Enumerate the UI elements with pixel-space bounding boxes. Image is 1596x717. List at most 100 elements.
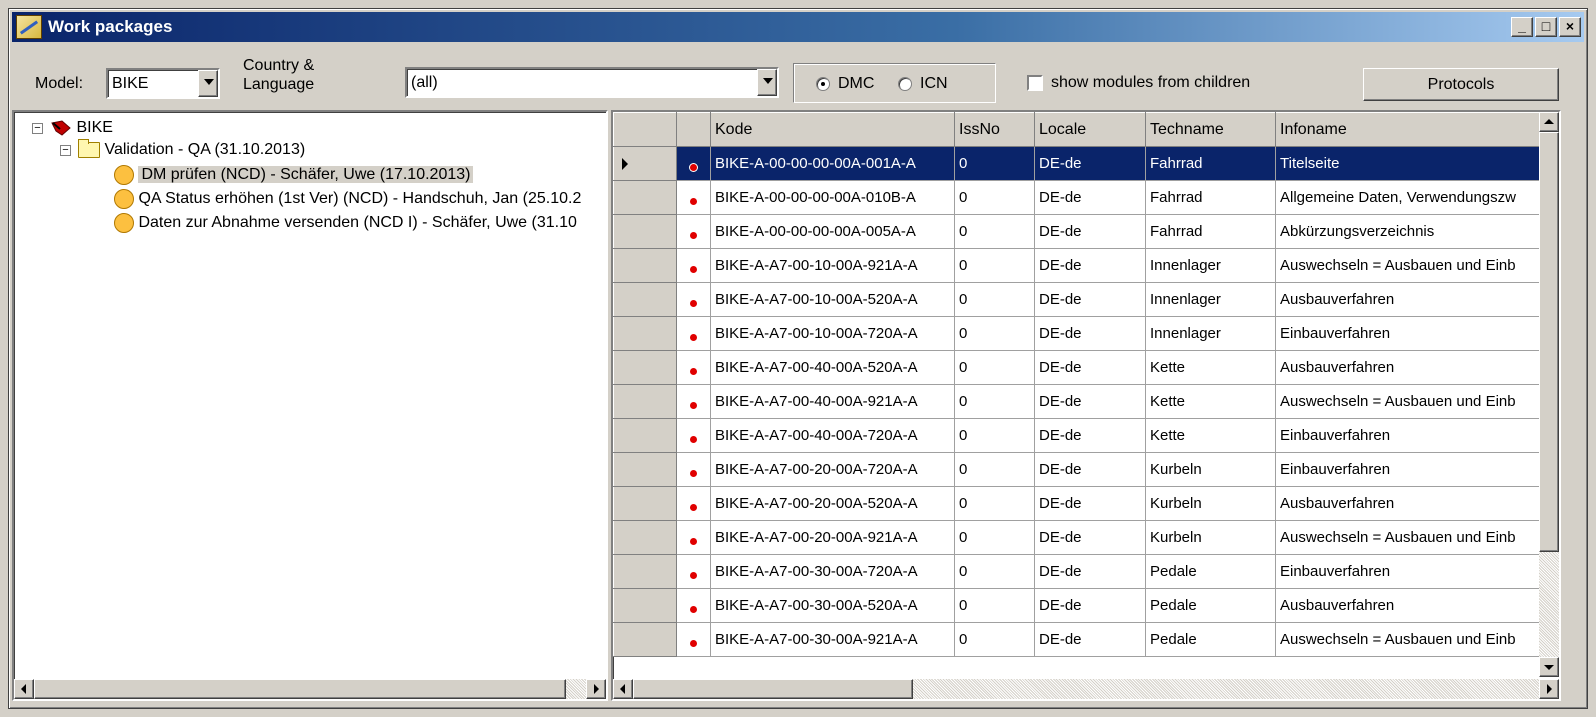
tree-scroll-thumb[interactable] — [34, 679, 566, 699]
cell-infoname[interactable]: Einbauverfahren — [1275, 452, 1546, 487]
cell-kode[interactable]: BIKE-A-A7-00-40-00A-720A-A — [710, 418, 955, 453]
cell-locale[interactable]: DE-de — [1034, 452, 1146, 487]
cell-issno[interactable]: 0 — [954, 146, 1035, 181]
cell-locale[interactable]: DE-de — [1034, 350, 1146, 385]
show-children-checkbox[interactable]: show modules from children — [1027, 74, 1250, 92]
cell-kode[interactable]: BIKE-A-A7-00-30-00A-921A-A — [710, 622, 955, 657]
table-row[interactable]: BIKE-A-A7-00-30-00A-921A-A 0 DE-de Pedale Au… — [613, 622, 1546, 657]
cell-kode[interactable]: BIKE-A-A7-00-20-00A-520A-A — [710, 486, 955, 521]
cell-issno[interactable]: 0 — [954, 316, 1035, 351]
cell-locale[interactable]: DE-de — [1034, 316, 1146, 351]
cell-issno[interactable]: 0 — [954, 384, 1035, 419]
tree-item[interactable]: Daten zur Abnahme versenden (NCD I) - Sc… — [114, 213, 577, 233]
cell-techname[interactable]: Pedale — [1145, 588, 1276, 623]
cell-infoname[interactable]: Allgemeine Daten, Verwendungszw — [1275, 180, 1546, 215]
column-header-locale[interactable]: Locale — [1034, 112, 1146, 147]
cell-infoname[interactable]: Auswechseln = Ausbauen und Einb — [1275, 622, 1546, 657]
cell-techname[interactable]: Kurbeln — [1145, 486, 1276, 521]
grid-hscroll-thumb[interactable] — [633, 679, 913, 699]
tree-item[interactable]: QA Status erhöhen (1st Ver) (NCD) - Hand… — [114, 189, 581, 209]
table-row[interactable]: BIKE-A-A7-00-30-00A-720A-A 0 DE-de Pedale Ei… — [613, 554, 1546, 589]
row-header[interactable] — [613, 452, 677, 487]
cell-techname[interactable]: Fahrrad — [1145, 146, 1276, 181]
cell-issno[interactable]: 0 — [954, 248, 1035, 283]
cell-issno[interactable]: 0 — [954, 554, 1035, 589]
cell-kode[interactable]: BIKE-A-A7-00-10-00A-520A-A — [710, 282, 955, 317]
row-header[interactable] — [613, 588, 677, 623]
tree-item[interactable]: DM prüfen (NCD) - Schäfer, Uwe (17.10.20… — [114, 165, 474, 185]
cell-infoname[interactable]: Einbauverfahren — [1275, 316, 1546, 351]
cell-infoname[interactable]: Ausbauverfahren — [1275, 350, 1546, 385]
cell-issno[interactable]: 0 — [954, 282, 1035, 317]
cell-locale[interactable]: DE-de — [1034, 248, 1146, 283]
row-header[interactable] — [613, 554, 677, 589]
grid-vscroll-thumb[interactable] — [1539, 132, 1559, 552]
protocols-button[interactable]: Protocols — [1363, 68, 1559, 101]
row-header[interactable] — [613, 180, 677, 215]
collapse-folder-icon[interactable]: − — [60, 145, 71, 156]
cell-kode[interactable]: BIKE-A-A7-00-10-00A-720A-A — [710, 316, 955, 351]
cell-techname[interactable]: Fahrrad — [1145, 214, 1276, 249]
cell-issno[interactable]: 0 — [954, 418, 1035, 453]
table-row[interactable]: BIKE-A-A7-00-30-00A-520A-A 0 DE-de Pedale Au… — [613, 588, 1546, 623]
collapse-root-icon[interactable]: − — [32, 123, 43, 134]
cell-infoname[interactable]: Einbauverfahren — [1275, 554, 1546, 589]
row-header[interactable] — [613, 214, 677, 249]
cell-issno[interactable]: 0 — [954, 588, 1035, 623]
row-header[interactable] — [613, 282, 677, 317]
cell-kode[interactable]: BIKE-A-A7-00-40-00A-921A-A — [710, 384, 955, 419]
cell-issno[interactable]: 0 — [954, 622, 1035, 657]
cell-techname[interactable]: Kette — [1145, 384, 1276, 419]
model-select[interactable]: BIKE — [106, 68, 220, 99]
cell-techname[interactable]: Innenlager — [1145, 282, 1276, 317]
column-header-kode[interactable]: Kode — [710, 112, 955, 147]
row-header[interactable] — [613, 384, 677, 419]
cell-locale[interactable]: DE-de — [1034, 214, 1146, 249]
cell-locale[interactable]: DE-de — [1034, 554, 1146, 589]
row-header[interactable] — [613, 418, 677, 453]
country-language-select[interactable]: (all) — [405, 67, 779, 98]
cell-kode[interactable]: BIKE-A-A7-00-30-00A-720A-A — [710, 554, 955, 589]
cell-issno[interactable]: 0 — [954, 180, 1035, 215]
radio-icn[interactable]: ICN — [898, 75, 948, 93]
row-header[interactable] — [613, 520, 677, 555]
cell-infoname[interactable]: Titelseite — [1275, 146, 1546, 181]
cell-kode[interactable]: BIKE-A-A7-00-20-00A-921A-A — [710, 520, 955, 555]
table-row[interactable]: BIKE-A-A7-00-10-00A-720A-A 0 DE-de Innenlag… — [613, 316, 1546, 351]
cell-locale[interactable]: DE-de — [1034, 588, 1146, 623]
cell-infoname[interactable]: Auswechseln = Ausbauen und Einb — [1275, 248, 1546, 283]
grid-horizontal-scrollbar[interactable] — [613, 679, 1559, 699]
cell-locale[interactable]: DE-de — [1034, 180, 1146, 215]
cell-locale[interactable]: DE-de — [1034, 622, 1146, 657]
cell-techname[interactable]: Kette — [1145, 350, 1276, 385]
cell-techname[interactable]: Pedale — [1145, 622, 1276, 657]
table-row[interactable]: BIKE-A-A7-00-10-00A-921A-A 0 DE-de Innenlag… — [613, 248, 1546, 283]
cell-locale[interactable]: DE-de — [1034, 146, 1146, 181]
cell-techname[interactable]: Innenlager — [1145, 248, 1276, 283]
cell-locale[interactable]: DE-de — [1034, 384, 1146, 419]
chevron-down-icon[interactable] — [198, 70, 218, 97]
table-row[interactable]: BIKE-A-A7-00-20-00A-921A-A 0 DE-de Kurbeln A… — [613, 520, 1546, 555]
chevron-down-icon[interactable] — [757, 69, 777, 96]
grid-vertical-scrollbar[interactable] — [1539, 112, 1559, 677]
table-row[interactable]: BIKE-A-00-00-00-00A-005A-A 0 DE-de Fahrrad A… — [613, 214, 1546, 249]
cell-infoname[interactable]: Ausbauverfahren — [1275, 486, 1546, 521]
table-row[interactable]: BIKE-A-A7-00-40-00A-720A-A 0 DE-de Kette Ein… — [613, 418, 1546, 453]
table-row[interactable]: BIKE-A-A7-00-40-00A-520A-A 0 DE-de Kette Aus… — [613, 350, 1546, 385]
cell-infoname[interactable]: Ausbauverfahren — [1275, 282, 1546, 317]
cell-infoname[interactable]: Einbauverfahren — [1275, 418, 1546, 453]
scroll-right-icon[interactable] — [1539, 679, 1559, 699]
cell-issno[interactable]: 0 — [954, 214, 1035, 249]
row-header[interactable] — [613, 486, 677, 521]
scroll-left-icon[interactable] — [14, 679, 34, 699]
row-header[interactable] — [613, 316, 677, 351]
cell-kode[interactable]: BIKE-A-00-00-00-00A-005A-A — [710, 214, 955, 249]
cell-locale[interactable]: DE-de — [1034, 520, 1146, 555]
column-header-issno[interactable]: IssNo — [954, 112, 1035, 147]
scroll-right-icon[interactable] — [586, 679, 606, 699]
cell-kode[interactable]: BIKE-A-A7-00-10-00A-921A-A — [710, 248, 955, 283]
cell-issno[interactable]: 0 — [954, 350, 1035, 385]
cell-kode[interactable]: BIKE-A-A7-00-20-00A-720A-A — [710, 452, 955, 487]
radio-icn-indicator[interactable] — [898, 77, 912, 91]
cell-kode[interactable]: BIKE-A-A7-00-30-00A-520A-A — [710, 588, 955, 623]
